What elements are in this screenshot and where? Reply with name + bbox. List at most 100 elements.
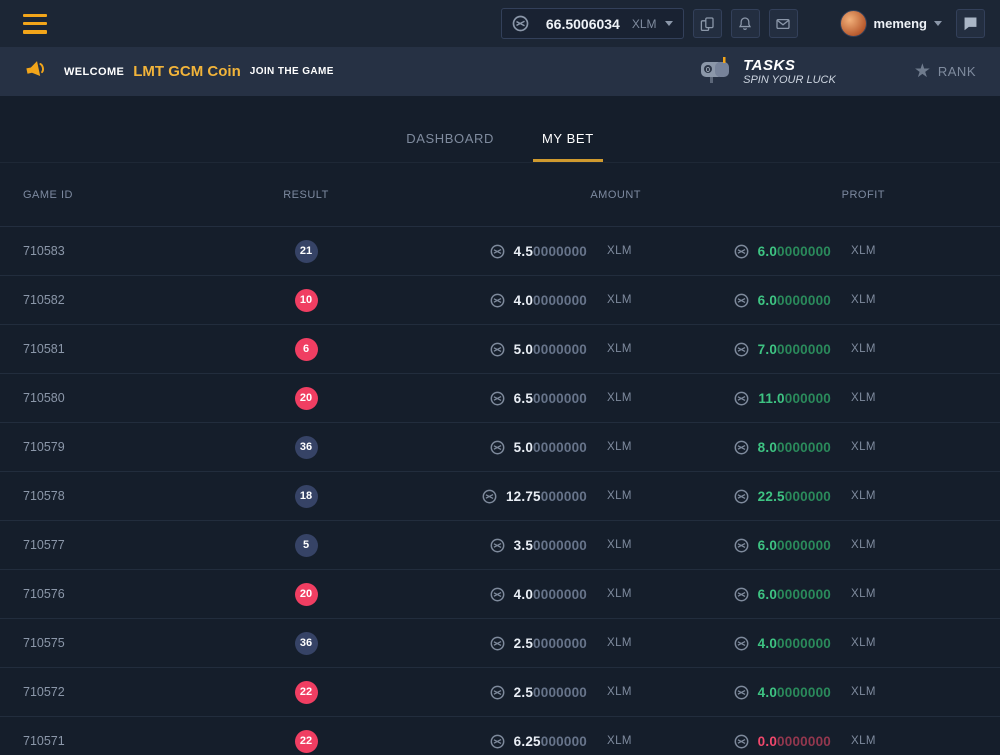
profit-number: 7.00000000 <box>758 342 831 357</box>
coin-icon <box>490 244 505 259</box>
coin-icon <box>490 685 505 700</box>
profit-number: 4.00000000 <box>758 636 831 651</box>
cards-button[interactable] <box>693 9 722 38</box>
coin-icon <box>490 440 505 455</box>
mailbox-icon: 0 <box>697 54 733 89</box>
chat-button[interactable] <box>956 9 985 38</box>
welcome-suffix: JOIN THE GAME <box>250 66 334 77</box>
result-badge: 22 <box>295 681 318 704</box>
table-row: 710572 22 2.50000000 XLM 4.00000000 XLM <box>0 668 1000 717</box>
result-badge: 6 <box>295 338 318 361</box>
header-amount: AMOUNT <box>367 189 641 201</box>
profit-cell: 6.00000000 XLM <box>641 587 885 602</box>
notifications-button[interactable] <box>731 9 760 38</box>
amount-number: 6.25000000 <box>514 734 587 749</box>
welcome-highlight: LMT GCM Coin <box>133 63 240 80</box>
coin-icon <box>734 685 749 700</box>
amount-cell: 3.50000000 XLM <box>367 538 641 553</box>
profit-currency: XLM <box>851 294 885 306</box>
game-id: 710579 <box>0 440 245 454</box>
amount-currency: XLM <box>607 392 641 404</box>
profit-cell: 4.00000000 XLM <box>641 636 885 651</box>
header-profit: PROFIT <box>641 189 885 201</box>
amount-number: 6.50000000 <box>514 391 587 406</box>
profit-cell: 4.00000000 XLM <box>641 685 885 700</box>
profit-currency: XLM <box>851 245 885 257</box>
amount-number: 5.00000000 <box>514 440 587 455</box>
profit-currency: XLM <box>851 539 885 551</box>
coin-icon <box>734 391 749 406</box>
tasks-text: TASKS SPIN YOUR LUCK <box>743 57 836 87</box>
menu-button[interactable] <box>23 14 47 34</box>
profit-cell: 0.00000000 XLM <box>641 734 885 749</box>
game-id: 710575 <box>0 636 245 650</box>
coin-icon <box>734 587 749 602</box>
profit-number: 6.00000000 <box>758 587 831 602</box>
top-bar: 66.5006034 XLM memeng <box>0 0 1000 47</box>
profit-cell: 7.00000000 XLM <box>641 342 885 357</box>
result-cell: 18 <box>245 485 367 508</box>
amount-number: 3.50000000 <box>514 538 587 553</box>
amount-currency: XLM <box>607 539 641 551</box>
coin-icon <box>490 587 505 602</box>
profit-number: 11.0000000 <box>758 391 831 406</box>
table-row: 710578 18 12.75000000 XLM 22.5000000 XLM <box>0 472 1000 521</box>
amount-cell: 2.50000000 XLM <box>367 685 641 700</box>
result-cell: 5 <box>245 534 367 557</box>
amount-currency: XLM <box>607 245 641 257</box>
amount-cell: 6.25000000 XLM <box>367 734 641 749</box>
header-result: RESULT <box>245 189 367 201</box>
amount-currency: XLM <box>607 735 641 747</box>
profit-currency: XLM <box>851 392 885 404</box>
amount-cell: 5.00000000 XLM <box>367 440 641 455</box>
game-id: 710576 <box>0 587 245 601</box>
coin-icon <box>734 489 749 504</box>
coin-icon <box>490 538 505 553</box>
tasks-widget[interactable]: 0 TASKS SPIN YOUR LUCK <box>697 54 836 89</box>
game-id: 710581 <box>0 342 245 356</box>
amount-currency: XLM <box>607 441 641 453</box>
welcome-prefix: WELCOME <box>64 66 124 78</box>
megaphone-icon <box>21 54 53 90</box>
coin-icon <box>490 342 505 357</box>
mail-button[interactable] <box>769 9 798 38</box>
table-row: 710583 21 4.50000000 XLM 6.00000000 XLM <box>0 227 1000 276</box>
user-menu[interactable]: memeng <box>840 10 942 37</box>
amount-cell: 2.50000000 XLM <box>367 636 641 651</box>
header-game-id: GAME ID <box>0 189 245 201</box>
profit-number: 4.00000000 <box>758 685 831 700</box>
profit-number: 0.00000000 <box>758 734 831 749</box>
result-badge: 18 <box>295 485 318 508</box>
balance-selector[interactable]: 66.5006034 XLM <box>501 8 684 39</box>
tab-dashboard[interactable]: DASHBOARD <box>397 122 503 162</box>
chevron-down-icon <box>934 21 942 26</box>
table-row: 710577 5 3.50000000 XLM 6.00000000 XLM <box>0 521 1000 570</box>
tab-my-bet[interactable]: MY BET <box>533 122 603 162</box>
profit-currency: XLM <box>851 490 885 502</box>
profit-currency: XLM <box>851 343 885 355</box>
svg-text:0: 0 <box>706 67 710 74</box>
table-row: 710576 20 4.00000000 XLM 6.00000000 XLM <box>0 570 1000 619</box>
balance-currency: XLM <box>632 17 657 31</box>
bet-table-body: 710583 21 4.50000000 XLM 6.00000000 XLM … <box>0 227 1000 755</box>
amount-currency: XLM <box>607 490 641 502</box>
coin-icon <box>734 636 749 651</box>
profit-currency: XLM <box>851 441 885 453</box>
profit-number: 22.5000000 <box>758 489 831 504</box>
amount-cell: 6.50000000 XLM <box>367 391 641 406</box>
coin-icon <box>734 440 749 455</box>
topbar-right: 66.5006034 XLM memeng <box>501 8 985 39</box>
result-cell: 20 <box>245 387 367 410</box>
welcome-message[interactable]: WELCOME LMT GCM Coin JOIN THE GAME <box>64 63 334 80</box>
result-cell: 20 <box>245 583 367 606</box>
result-badge: 5 <box>295 534 318 557</box>
profit-cell: 6.00000000 XLM <box>641 244 885 259</box>
profit-cell: 11.0000000 XLM <box>641 391 885 406</box>
chevron-down-icon <box>665 21 673 26</box>
amount-currency: XLM <box>607 686 641 698</box>
profit-cell: 22.5000000 XLM <box>641 489 885 504</box>
game-id: 710582 <box>0 293 245 307</box>
rank-button[interactable]: ★ RANK <box>914 62 976 81</box>
tasks-title: TASKS <box>743 57 836 74</box>
amount-number: 12.75000000 <box>506 489 587 504</box>
